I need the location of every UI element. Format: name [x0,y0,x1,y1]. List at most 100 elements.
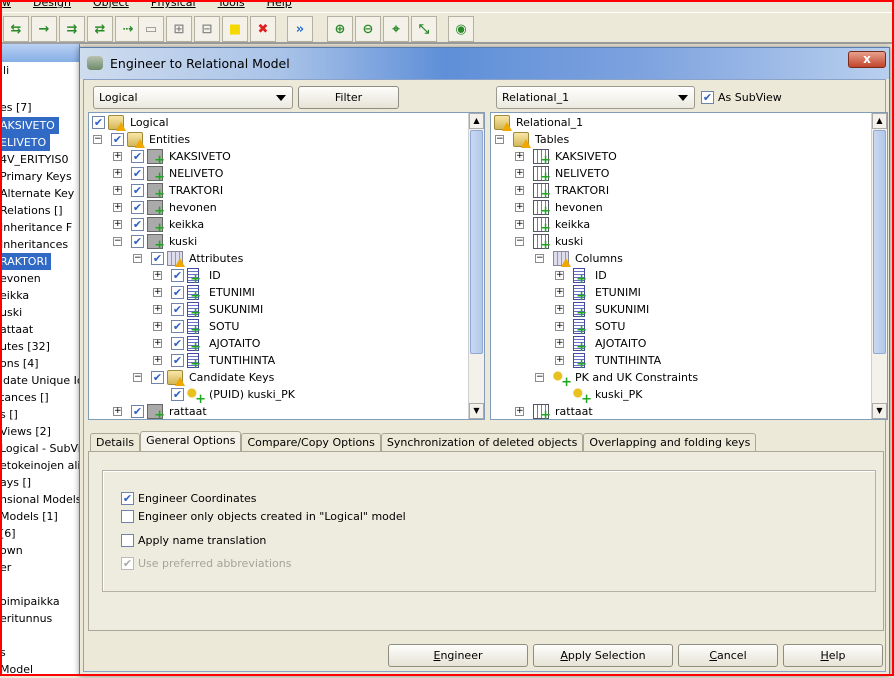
tree-node[interactable]: + ID [491,267,871,286]
expand-icon[interactable]: + [153,322,162,331]
help-button[interactable]: Help [783,644,883,667]
tree-node[interactable]: − Tables [491,131,871,148]
expand-icon[interactable]: + [515,407,524,416]
tab-details[interactable]: Details [90,433,141,452]
browser-item[interactable]: Models [1] [0,508,58,525]
checkbox-icon[interactable]: ✔ [171,320,184,333]
relational-tree[interactable]: ▲▼ Relational_1−Tables+KAKSIVETO+NELIVET… [490,112,888,420]
expand-icon[interactable]: + [113,220,122,229]
browser-item[interactable]: Alternate Key [0,185,74,202]
expand-icon[interactable]: + [555,356,564,365]
tree-node[interactable]: + ✔ ETUNIMI [89,284,469,303]
expand-icon[interactable]: + [555,322,564,331]
collapse-icon[interactable]: − [133,254,142,263]
relation-1n-button[interactable]: ⇆ [3,16,29,42]
checkbox-icon[interactable]: ✔ [131,405,144,418]
tab-overlapping-and-folding-keys[interactable]: Overlapping and folding keys [583,433,757,452]
browser-item[interactable]: attaat [0,321,33,338]
checkbox-icon[interactable]: ✔ [131,235,144,248]
tree-node[interactable]: + ✔ SOTU [89,318,469,337]
menu-item[interactable]: Object [93,0,129,10]
browser-item[interactable]: s [0,644,6,661]
checkbox-icon[interactable]: ✔ [131,184,144,197]
browser-item[interactable]: tances [] [0,389,49,406]
tree-node[interactable]: + TRAKTORI [491,182,871,201]
checkbox-icon[interactable]: ✔ [92,116,105,129]
collapse-icon[interactable]: − [113,237,122,246]
expand-icon[interactable]: + [113,152,122,161]
tree-node[interactable]: + ✔ TRAKTORI [89,182,469,201]
tree-node[interactable]: + SOTU [491,318,871,337]
checkbox-icon[interactable]: ✔ [171,269,184,282]
tree-node[interactable]: + NELIVETO [491,165,871,184]
checkbox-icon[interactable]: ✔ [171,388,184,401]
browser-item[interactable]: utes [32] [0,338,50,355]
tree-node[interactable]: − ✔ Attributes [89,250,469,267]
browser-item[interactable]: Views [2] [0,423,51,440]
dialog-titlebar[interactable]: Engineer to Relational Model x [80,48,889,79]
expand-icon[interactable]: + [113,203,122,212]
tree-node[interactable]: + ETUNIMI [491,284,871,303]
relation-nn-button[interactable]: ⇄ [87,16,113,42]
tree-node[interactable]: + AJOTAITO [491,335,871,354]
browser-item[interactable]: Inheritances [0,236,68,253]
logical-model-select[interactable]: Logical [93,86,293,109]
close-button[interactable]: x [848,51,886,68]
expand-icon[interactable]: + [555,271,564,280]
scroll-up-icon[interactable]: ▲ [469,113,484,129]
note-button[interactable]: ■ [222,16,248,42]
collapse-icon[interactable]: − [133,373,142,382]
menu-item[interactable]: Design [33,0,71,10]
menu-item[interactable]: Help [267,0,292,10]
filter-button[interactable]: Filter [298,86,399,109]
collapse-icon[interactable]: − [93,135,102,144]
checkbox-icon[interactable]: ✔ [171,354,184,367]
tree-node[interactable]: + ✔ KAKSIVETO [89,148,469,167]
tree-node[interactable]: + ✔ AJOTAITO [89,335,469,354]
checkbox-icon[interactable]: ✔ [151,252,164,265]
checkbox-icon[interactable]: ✔ [121,492,134,505]
browser-item[interactable]: nsional Models [ [0,491,89,508]
browser-item[interactable]: es [7] [0,99,32,116]
browser-item[interactable]: Inheritance F [0,219,72,236]
browser-item[interactable]: lli [0,62,9,79]
checkbox-icon[interactable] [121,510,134,523]
checkbox-icon[interactable]: ✔ [131,201,144,214]
table-remove-gray-button[interactable]: ⊟ [194,16,220,42]
apply-selection-button[interactable]: Apply Selection [533,644,673,667]
browser-item[interactable]: 4V_ERITYIS0 [0,151,69,168]
collapse-icon[interactable]: − [535,373,544,382]
scroll-thumb[interactable] [873,130,886,354]
tree-node[interactable]: + TUNTIHINTA [491,352,871,371]
browser-item[interactable]: Model [0,661,33,678]
checkbox-icon[interactable]: ✔ [171,286,184,299]
scroll-down-icon[interactable]: ▼ [469,403,484,419]
tree-node[interactable]: + keikka [491,216,871,235]
browser-item[interactable]: s [] [0,406,18,423]
tree-node[interactable]: + ✔ ID [89,267,469,286]
browser-item[interactable]: evonen [0,270,41,287]
expand-icon[interactable]: + [515,169,524,178]
cancel-button[interactable]: Cancel [678,644,778,667]
browser-item[interactable]: own [0,542,23,559]
expand-icon[interactable]: + [153,271,162,280]
collapse-icon[interactable]: − [495,135,504,144]
expand-icon[interactable]: + [555,288,564,297]
checkbox-icon[interactable] [121,534,134,547]
tree-node[interactable]: + hevonen [491,199,871,218]
zoom-out-button[interactable]: ⊖ [355,16,381,42]
browser-item[interactable]: Primary Keys [0,168,72,185]
expand-icon[interactable]: + [153,288,162,297]
logical-tree-scrollbar[interactable]: ▲ ▼ [468,113,484,419]
expand-icon[interactable]: + [515,186,524,195]
expand-icon[interactable]: + [153,305,162,314]
tree-node[interactable]: − PK and UK Constraints [491,369,871,389]
browser-item[interactable]: er [0,559,11,576]
collapse-icon[interactable]: − [515,237,524,246]
tree-node[interactable]: Relational_1 [491,114,871,131]
table-gray-button[interactable]: ▭ [138,16,164,42]
tree-node[interactable]: − ✔ Entities [89,131,469,148]
tree-node[interactable]: kuski_PK [491,386,871,406]
expand-icon[interactable]: + [113,169,122,178]
logical-tree[interactable]: ▲▼ ✔Logical−✔Entities+✔KAKSIVETO+✔NELIVE… [88,112,485,420]
